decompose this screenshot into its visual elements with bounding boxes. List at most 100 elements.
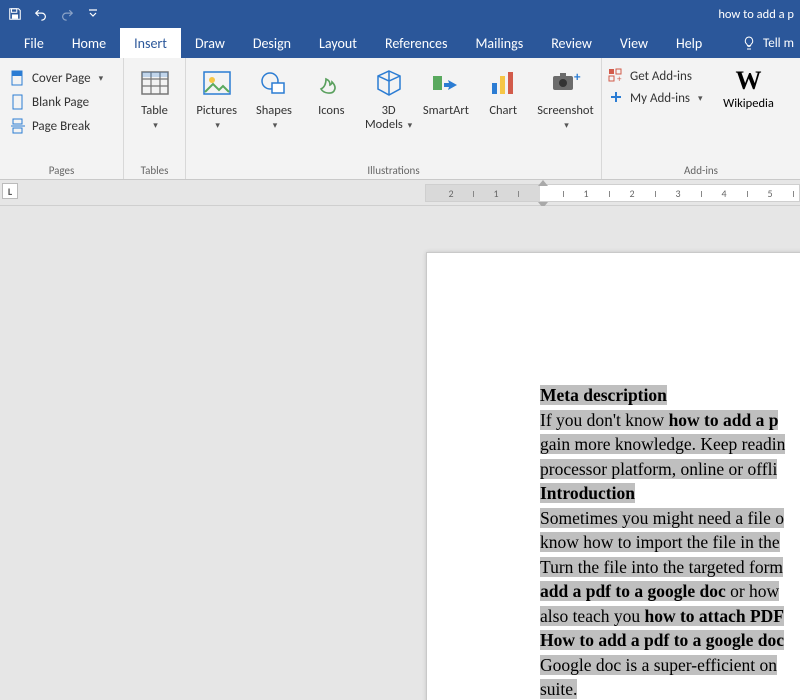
tab-draw[interactable]: Draw xyxy=(181,28,239,58)
ruler-number: 2 xyxy=(448,187,453,200)
3d-models-button[interactable]: 3D Models ▾ xyxy=(364,62,413,133)
ruler-number: 1 xyxy=(583,187,588,200)
wikipedia-label: Wikipedia xyxy=(723,96,774,111)
screenshot-label: Screenshot xyxy=(537,103,593,118)
wikipedia-icon: W xyxy=(736,66,762,96)
chart-button[interactable]: Chart xyxy=(479,62,528,118)
screenshot-button[interactable]: + Screenshot ▾ xyxy=(536,62,595,133)
doc-text: If you don't know xyxy=(540,410,669,430)
doc-text: Sometimes you might need a file o xyxy=(540,508,784,528)
ribbon: Cover Page ▾ Blank Page Page Break Page xyxy=(0,58,800,180)
doc-heading: Meta description xyxy=(540,385,667,405)
icons-button[interactable]: Icons xyxy=(307,62,356,118)
3d-models-label: 3D Models xyxy=(365,103,403,132)
group-label-illustrations: Illustrations xyxy=(192,162,595,177)
table-label: Table xyxy=(141,103,168,118)
customize-qat-dropdown-icon[interactable] xyxy=(84,5,102,23)
page-break-icon xyxy=(10,118,26,134)
doc-text: how to add a p xyxy=(669,410,779,430)
my-addins-label: My Add-ins xyxy=(630,91,690,106)
smartart-label: SmartArt xyxy=(423,104,469,118)
first-line-indent-marker[interactable] xyxy=(538,180,548,186)
icons-icon xyxy=(314,66,348,100)
tab-help[interactable]: Help xyxy=(662,28,716,58)
document-body[interactable]: Meta description If you don't know how t… xyxy=(540,383,800,700)
icons-label: Icons xyxy=(318,104,344,118)
undo-icon[interactable] xyxy=(32,5,50,23)
cover-page-label: Cover Page xyxy=(32,71,91,86)
shapes-button[interactable]: Shapes ▾ xyxy=(249,62,298,133)
svg-text:+: + xyxy=(574,70,581,85)
tab-view[interactable]: View xyxy=(606,28,662,58)
document-workspace[interactable]: Meta description If you don't know how t… xyxy=(0,206,800,700)
ruler-number: 3 xyxy=(675,187,680,200)
tab-review[interactable]: Review xyxy=(537,28,606,58)
doc-text: gain more knowledge. Keep readin xyxy=(540,434,785,454)
tab-file[interactable]: File xyxy=(10,28,58,58)
quick-access-toolbar xyxy=(6,5,102,23)
group-pages: Cover Page ▾ Blank Page Page Break Page xyxy=(0,58,124,179)
table-button[interactable]: Table ▾ xyxy=(130,62,179,133)
page-break-label: Page Break xyxy=(32,119,90,134)
cover-page-icon xyxy=(10,70,26,86)
blank-page-icon xyxy=(10,94,26,110)
chevron-down-icon: ▾ xyxy=(408,120,413,131)
horizontal-ruler[interactable]: 2 1 1 2 3 4 5 xyxy=(425,184,800,202)
document-page[interactable]: Meta description If you don't know how t… xyxy=(426,252,800,700)
group-illustrations: Pictures ▾ Shapes ▾ Icons 3D Models ▾ xyxy=(186,58,602,179)
get-addins-button[interactable]: + Get Add-ins xyxy=(608,68,703,84)
cube-icon xyxy=(372,66,406,100)
chevron-down-icon: ▾ xyxy=(153,120,158,131)
chevron-down-icon: ▾ xyxy=(564,120,569,131)
addins-icon xyxy=(608,90,624,106)
doc-text: suite. xyxy=(540,679,577,699)
doc-heading: Introduction xyxy=(540,483,635,503)
doc-text: know how to import the file in the xyxy=(540,532,780,552)
title-bar: how to add a p xyxy=(0,0,800,28)
tab-layout[interactable]: Layout xyxy=(305,28,371,58)
doc-text: add a pdf to a google doc xyxy=(540,581,726,601)
doc-text: also teach you xyxy=(540,606,644,626)
tab-design[interactable]: Design xyxy=(239,28,305,58)
tell-me[interactable]: Tell m xyxy=(741,28,800,58)
shapes-label: Shapes xyxy=(256,103,292,118)
wikipedia-button[interactable]: W Wikipedia xyxy=(717,62,781,111)
cover-page-button[interactable]: Cover Page ▾ xyxy=(6,66,107,90)
store-icon: + xyxy=(608,68,624,84)
tab-insert[interactable]: Insert xyxy=(120,28,181,58)
group-tables: Table ▾ Tables xyxy=(124,58,186,179)
redo-icon[interactable] xyxy=(58,5,76,23)
doc-text: Google doc is a super-efficient on xyxy=(540,655,777,675)
screenshot-icon: + xyxy=(548,66,582,100)
blank-page-button[interactable]: Blank Page xyxy=(6,90,107,114)
lightbulb-icon xyxy=(741,35,757,51)
page-break-button[interactable]: Page Break xyxy=(6,114,107,138)
ruler-number: 1 xyxy=(493,187,498,200)
document-title: how to add a p xyxy=(718,7,794,22)
smartart-icon xyxy=(429,66,463,100)
pictures-label: Pictures xyxy=(196,103,237,118)
chevron-down-icon: ▾ xyxy=(99,73,104,84)
tell-me-label: Tell m xyxy=(763,36,794,51)
ruler-number: 2 xyxy=(629,187,634,200)
save-icon[interactable] xyxy=(6,5,24,23)
chart-label: Chart xyxy=(489,104,517,118)
blank-page-label: Blank Page xyxy=(32,95,89,110)
group-label-tables: Tables xyxy=(130,162,179,177)
get-addins-label: Get Add-ins xyxy=(630,69,692,84)
doc-text: or how xyxy=(726,581,779,601)
chevron-down-icon: ▾ xyxy=(215,120,220,131)
shapes-icon xyxy=(257,66,291,100)
pictures-button[interactable]: Pictures ▾ xyxy=(192,62,241,133)
tab-references[interactable]: References xyxy=(371,28,461,58)
tab-home[interactable]: Home xyxy=(58,28,120,58)
chart-icon xyxy=(486,66,520,100)
my-addins-button[interactable]: My Add-ins ▾ xyxy=(608,90,703,106)
chevron-down-icon: ▾ xyxy=(273,120,278,131)
pictures-icon xyxy=(200,66,234,100)
table-icon xyxy=(138,66,172,100)
group-addins: + Get Add-ins My Add-ins ▾ W Wikipedia A… xyxy=(602,58,800,179)
tab-mailings[interactable]: Mailings xyxy=(461,28,537,58)
tab-stop-selector[interactable]: L xyxy=(2,183,18,199)
smartart-button[interactable]: SmartArt xyxy=(421,62,470,118)
